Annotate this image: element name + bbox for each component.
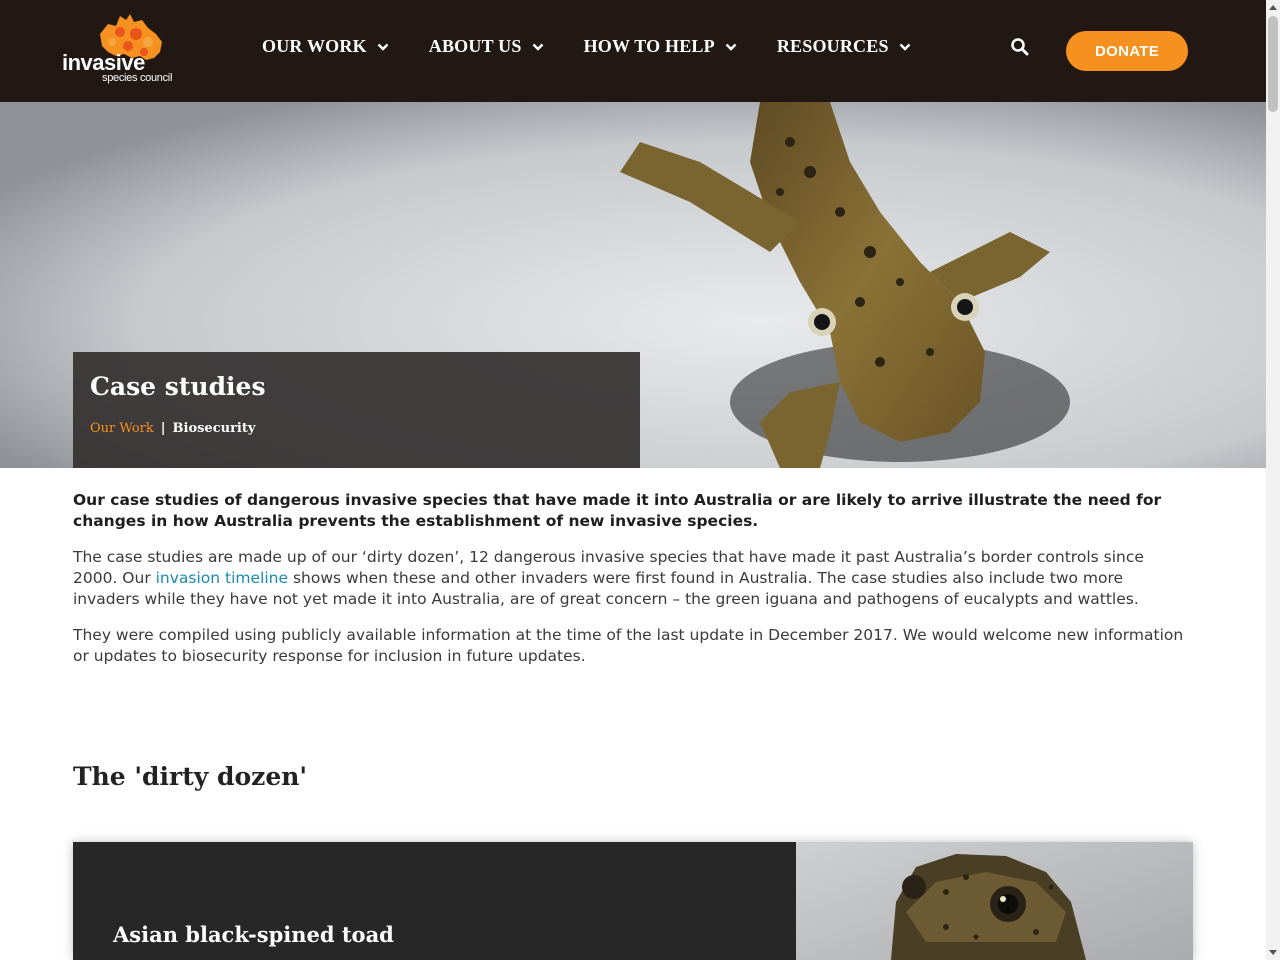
scroll-up-arrow-icon[interactable]: [1269, 5, 1277, 10]
nav-label: HOW TO HELP: [583, 36, 715, 56]
page-title: Case studies: [90, 372, 266, 401]
card-text-panel: Asian black-spined toad: [73, 842, 796, 960]
breadcrumb-link-our-work[interactable]: Our Work: [90, 421, 154, 436]
hero-banner: Case studies Our Work | Biosecurity: [0, 102, 1266, 468]
intro-lead: Our case studies of dangerous invasive s…: [73, 491, 1162, 530]
nav-our-work[interactable]: OUR WORK: [262, 36, 389, 57]
card-image: [796, 842, 1193, 960]
nav-resources[interactable]: RESOURCES: [777, 36, 911, 57]
chevron-down-icon: [532, 43, 543, 51]
scroll-thumb[interactable]: [1268, 16, 1278, 112]
breadcrumb: Our Work | Biosecurity: [90, 421, 255, 436]
case-study-card[interactable]: Asian black-spined toad: [73, 842, 1193, 960]
chevron-down-icon: [725, 43, 737, 51]
card-title: Asian black-spined toad: [113, 922, 394, 947]
search-icon[interactable]: [1010, 37, 1030, 57]
site-logo[interactable]: invasive species council: [60, 12, 180, 88]
nav-label: ABOUT US: [428, 36, 522, 56]
chevron-down-icon: [377, 43, 389, 51]
breadcrumb-separator: |: [160, 421, 166, 436]
nav-about-us[interactable]: ABOUT US: [429, 36, 544, 57]
intro-paragraph-1: The case studies are made up of our ‘dir…: [73, 547, 1193, 610]
donate-button[interactable]: DONATE: [1066, 31, 1188, 71]
section-title-dirty-dozen: The 'dirty dozen': [73, 762, 308, 791]
nav-how-to-help[interactable]: HOW TO HELP: [584, 36, 737, 57]
breadcrumb-current: Biosecurity: [172, 421, 256, 436]
logo-subtitle: species council: [102, 72, 173, 84]
toad-image: [891, 854, 1086, 960]
nav-label: RESOURCES: [776, 36, 889, 56]
page-scrollbar[interactable]: [1266, 0, 1280, 960]
site-header: invasive species council OUR WORK ABOUT …: [0, 0, 1266, 102]
main-nav: OUR WORK ABOUT US HOW TO HELP RESOURCES: [262, 36, 951, 57]
chevron-down-icon: [899, 43, 911, 51]
invasion-timeline-link[interactable]: invasion timeline: [156, 569, 288, 587]
intro-content: Our case studies of dangerous invasive s…: [73, 490, 1193, 682]
nav-label: OUR WORK: [262, 36, 367, 56]
scroll-down-arrow-icon[interactable]: [1269, 950, 1277, 955]
hero-title-panel: Case studies Our Work | Biosecurity: [73, 352, 640, 468]
intro-paragraph-2: They were compiled using publicly availa…: [73, 626, 1184, 665]
